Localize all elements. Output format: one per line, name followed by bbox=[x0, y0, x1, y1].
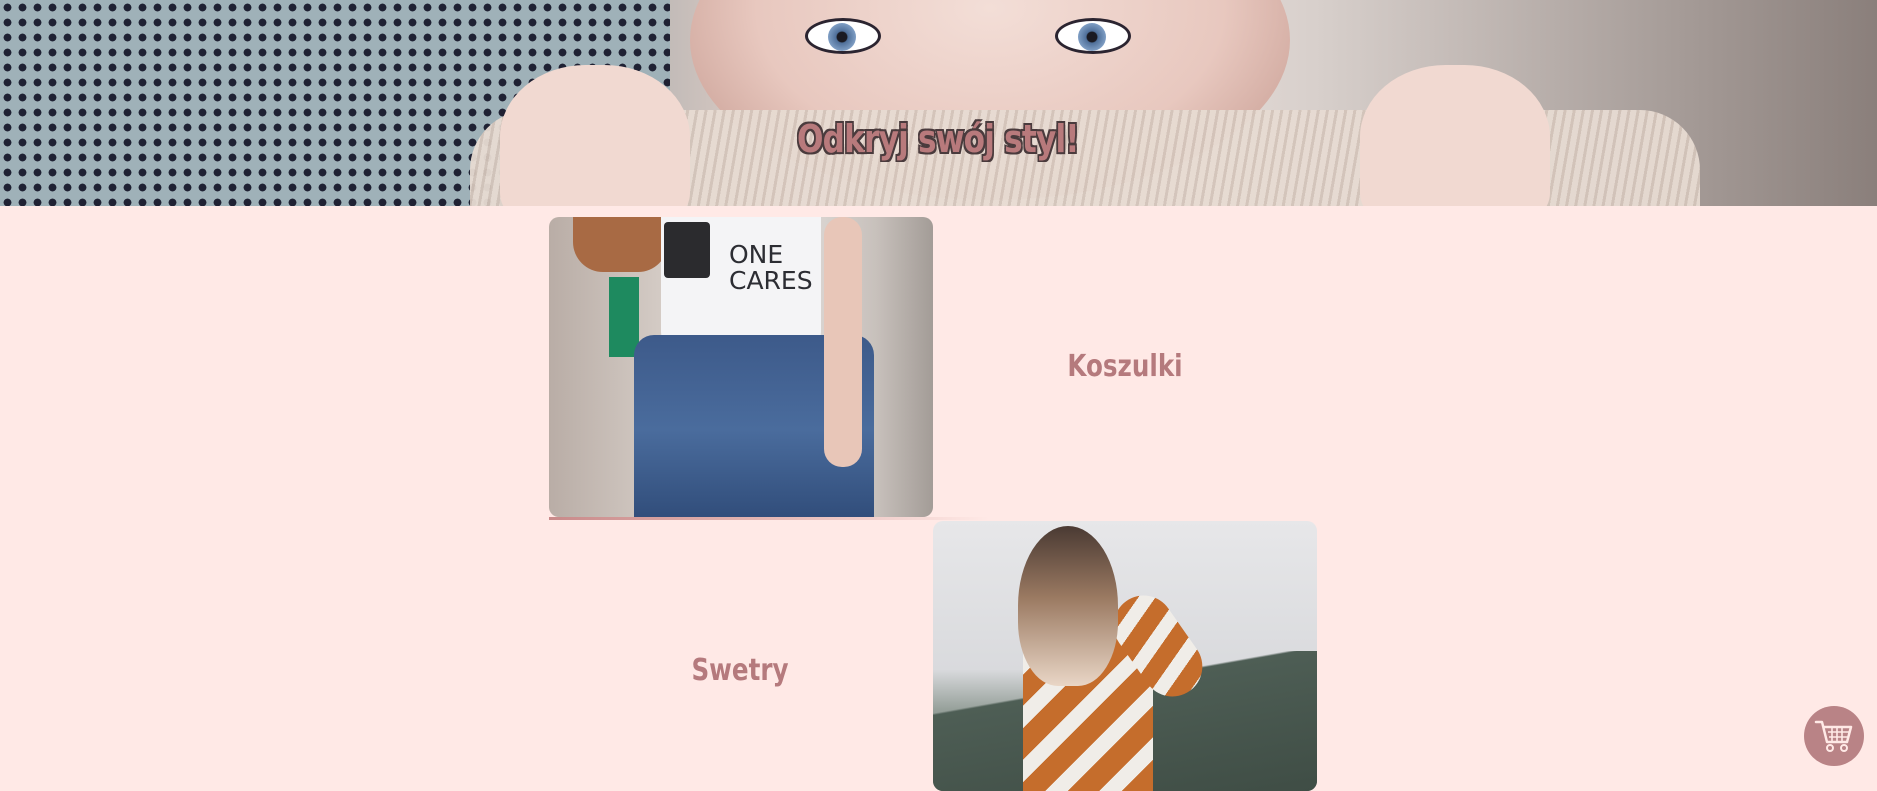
photo-arm bbox=[573, 217, 668, 272]
hero-hand-right bbox=[1360, 65, 1550, 206]
photo-arm-right bbox=[824, 217, 862, 467]
hero-banner: Odkryj swój styl! bbox=[0, 0, 1877, 206]
hero-eye-left bbox=[805, 18, 881, 54]
photo-hair bbox=[1018, 526, 1118, 686]
category-label-swetry[interactable]: Swetry bbox=[658, 653, 822, 688]
hero-hand-left bbox=[500, 65, 690, 206]
photo-mug bbox=[664, 222, 710, 278]
hero-eye-right bbox=[1055, 18, 1131, 54]
hero-title: Odkryj swój styl! bbox=[797, 117, 1080, 161]
category-label-koszulki[interactable]: Koszulki bbox=[1043, 349, 1207, 384]
shopping-cart-icon bbox=[1814, 720, 1853, 752]
photo-background-object bbox=[609, 277, 639, 357]
category-divider bbox=[549, 517, 989, 520]
photo-tshirt-print: ONE CARES bbox=[729, 240, 813, 296]
category-image-koszulki[interactable]: ONE CARES bbox=[549, 217, 933, 517]
cart-button[interactable] bbox=[1804, 706, 1864, 766]
category-image-swetry[interactable] bbox=[933, 521, 1317, 791]
